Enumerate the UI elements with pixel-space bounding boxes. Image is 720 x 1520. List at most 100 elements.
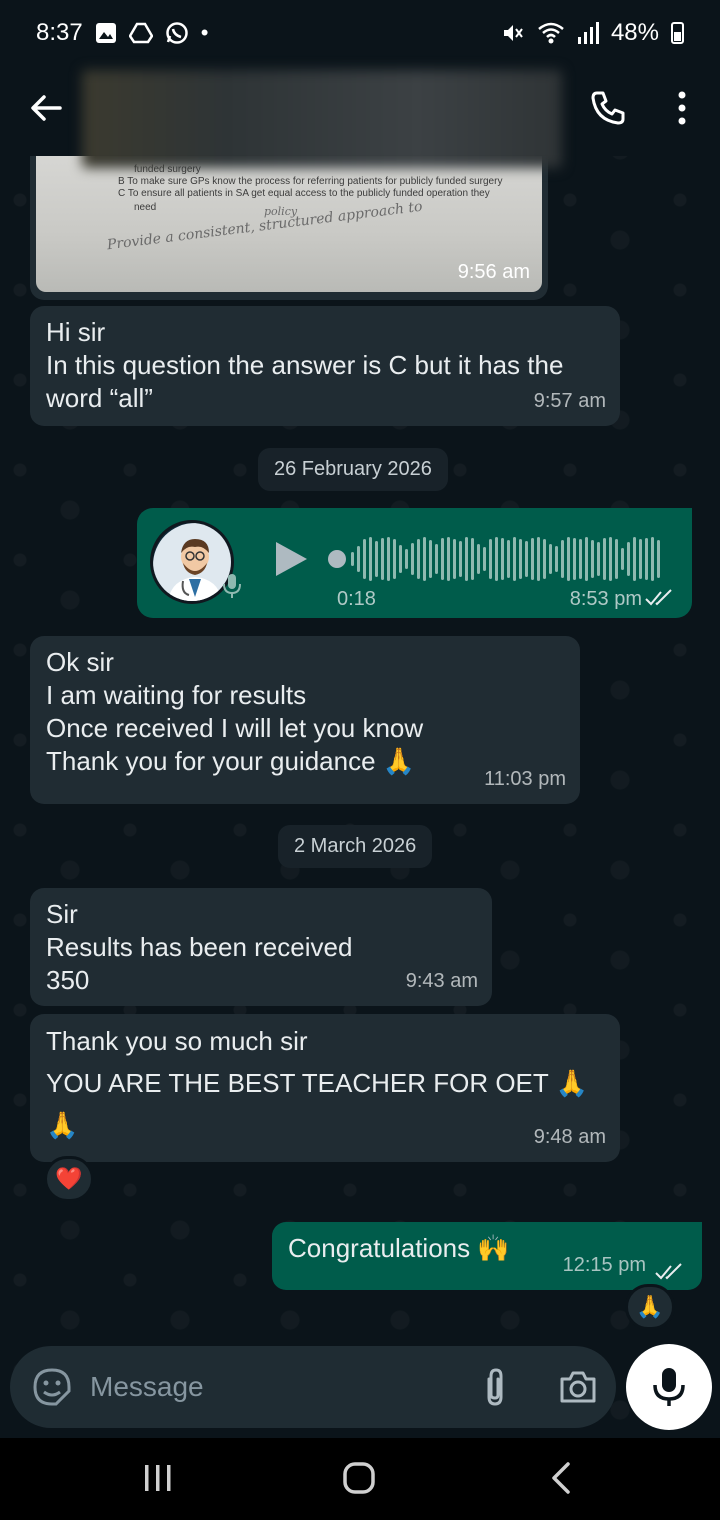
read-ticks-icon [655,1263,682,1280]
sticker-icon[interactable] [32,1367,72,1407]
waveform-bar [399,545,402,573]
voice-duration: 0:18 [337,588,376,610]
mute-icon [503,25,523,41]
message-time: 11:03 pm [484,768,566,790]
waveform-bar [363,539,366,579]
back-nav-icon[interactable] [540,1458,584,1498]
waveform-bar [573,538,576,580]
voice-message[interactable]: 0:18 8:53 pm [137,508,692,618]
message-time: 9:43 am [405,970,478,992]
paperclip-icon[interactable] [478,1367,512,1407]
incoming-message[interactable]: Ok sir I am waiting for results Once rec… [30,636,580,804]
waveform-bar [639,539,642,579]
waveform-bar [543,539,546,579]
message-time: 8:53 pm [569,588,642,610]
message-text: Sir Results has been received 350 [46,899,353,995]
microphone-icon [223,574,241,598]
incoming-message[interactable]: Sir Results has been received 350 9:43 a… [30,888,492,1006]
image-text-line: B To make sure GPs know the process for … [118,176,503,187]
waveform-bar [579,539,582,579]
waveform-bar [489,539,492,579]
message-time: 12:15 pm [562,1254,646,1276]
signal-icon [577,22,599,44]
waveform-bar [609,537,612,581]
waveform-bar [459,541,462,577]
waveform-bar [627,542,630,576]
waveform-bar [633,537,636,581]
waveform-bar [531,538,534,580]
message-input[interactable] [90,1364,450,1410]
waveform-bar [657,540,660,578]
gallery-icon [95,23,116,43]
waveform-bar [567,537,570,581]
playback-position[interactable] [328,550,346,568]
waveform-bar [417,539,420,579]
waveform-bar [555,546,558,572]
waveform-bar [513,537,516,581]
outgoing-message[interactable]: Congratulations 🙌 12:15 pm [272,1222,702,1290]
waveform-bar [471,538,474,580]
message-time: 9:56 am [457,261,530,283]
incoming-message[interactable]: Hi sir In this question the answer is C … [30,306,620,426]
waveform-bar [441,538,444,580]
waveform-bar [447,537,450,581]
voice-waveform[interactable] [327,536,667,582]
battery-icon [671,22,684,44]
waveform-bar [549,544,552,574]
waveform-bar [369,537,372,581]
status-bar: 8:37 • 48% [0,0,720,66]
record-voice-button[interactable] [626,1344,712,1430]
status-time: 8:37 [36,19,83,46]
whatsapp-icon [165,22,188,44]
home-icon[interactable] [337,1458,381,1498]
waveform-bar [507,540,510,578]
message-text: Ok sir I am waiting for results Once rec… [46,647,424,776]
notification-dot: • [200,20,209,45]
image-text-line: need [134,202,157,213]
waveform-bar [423,537,426,581]
contact-info-blurred[interactable] [82,70,562,168]
image-text-line: C To ensure all patients in SA get equal… [118,188,490,199]
waveform-bar [411,543,414,575]
recent-apps-icon[interactable] [136,1458,180,1498]
image-content[interactable]: funded surgery B To make sure GPs know t… [36,150,542,292]
waveform-bar [357,546,360,572]
image-message[interactable]: funded surgery B To make sure GPs know t… [30,150,548,300]
waveform-bar [561,540,564,578]
waveform-bar [519,539,522,579]
waveform-bar [453,539,456,579]
waveform-bar [477,544,480,574]
arrow-left-icon[interactable] [26,88,66,128]
waveform-bar [537,537,540,581]
play-icon[interactable] [273,540,309,578]
waveform-bar [381,538,384,580]
microphone-icon [653,1368,685,1406]
waveform-bar [615,539,618,579]
waveform-bar [495,537,498,581]
date-separator: 2 March 2026 [278,825,433,868]
message-text: Thank you so much sir YOU ARE THE BEST T… [46,1026,588,1140]
wifi-icon [538,22,564,44]
battery-percent: 48% [610,19,659,46]
waveform-bar [597,542,600,576]
waveform-bar [621,548,624,570]
incoming-message[interactable]: Thank you so much sir YOU ARE THE BEST T… [30,1014,620,1162]
waveform-bar [585,537,588,581]
waveform-bar [393,539,396,579]
camera-icon[interactable] [558,1368,598,1406]
system-navigation-bar [0,1438,720,1520]
pray-reaction[interactable]: 🙏 [625,1284,675,1330]
chat-header [0,66,720,168]
waveform-bar [429,540,432,578]
waveform-bar [435,544,438,574]
phone-icon[interactable] [588,88,628,128]
waveform-bar [591,540,594,578]
message-time: 9:57 am [533,390,606,412]
more-vertical-icon[interactable] [664,88,700,128]
message-composer [10,1346,616,1428]
heart-reaction[interactable]: ❤️ [44,1156,94,1202]
waveform-bar [501,538,504,580]
waveform-bar [375,541,378,577]
waveform-bar [603,538,606,580]
waveform-bar [525,541,528,577]
